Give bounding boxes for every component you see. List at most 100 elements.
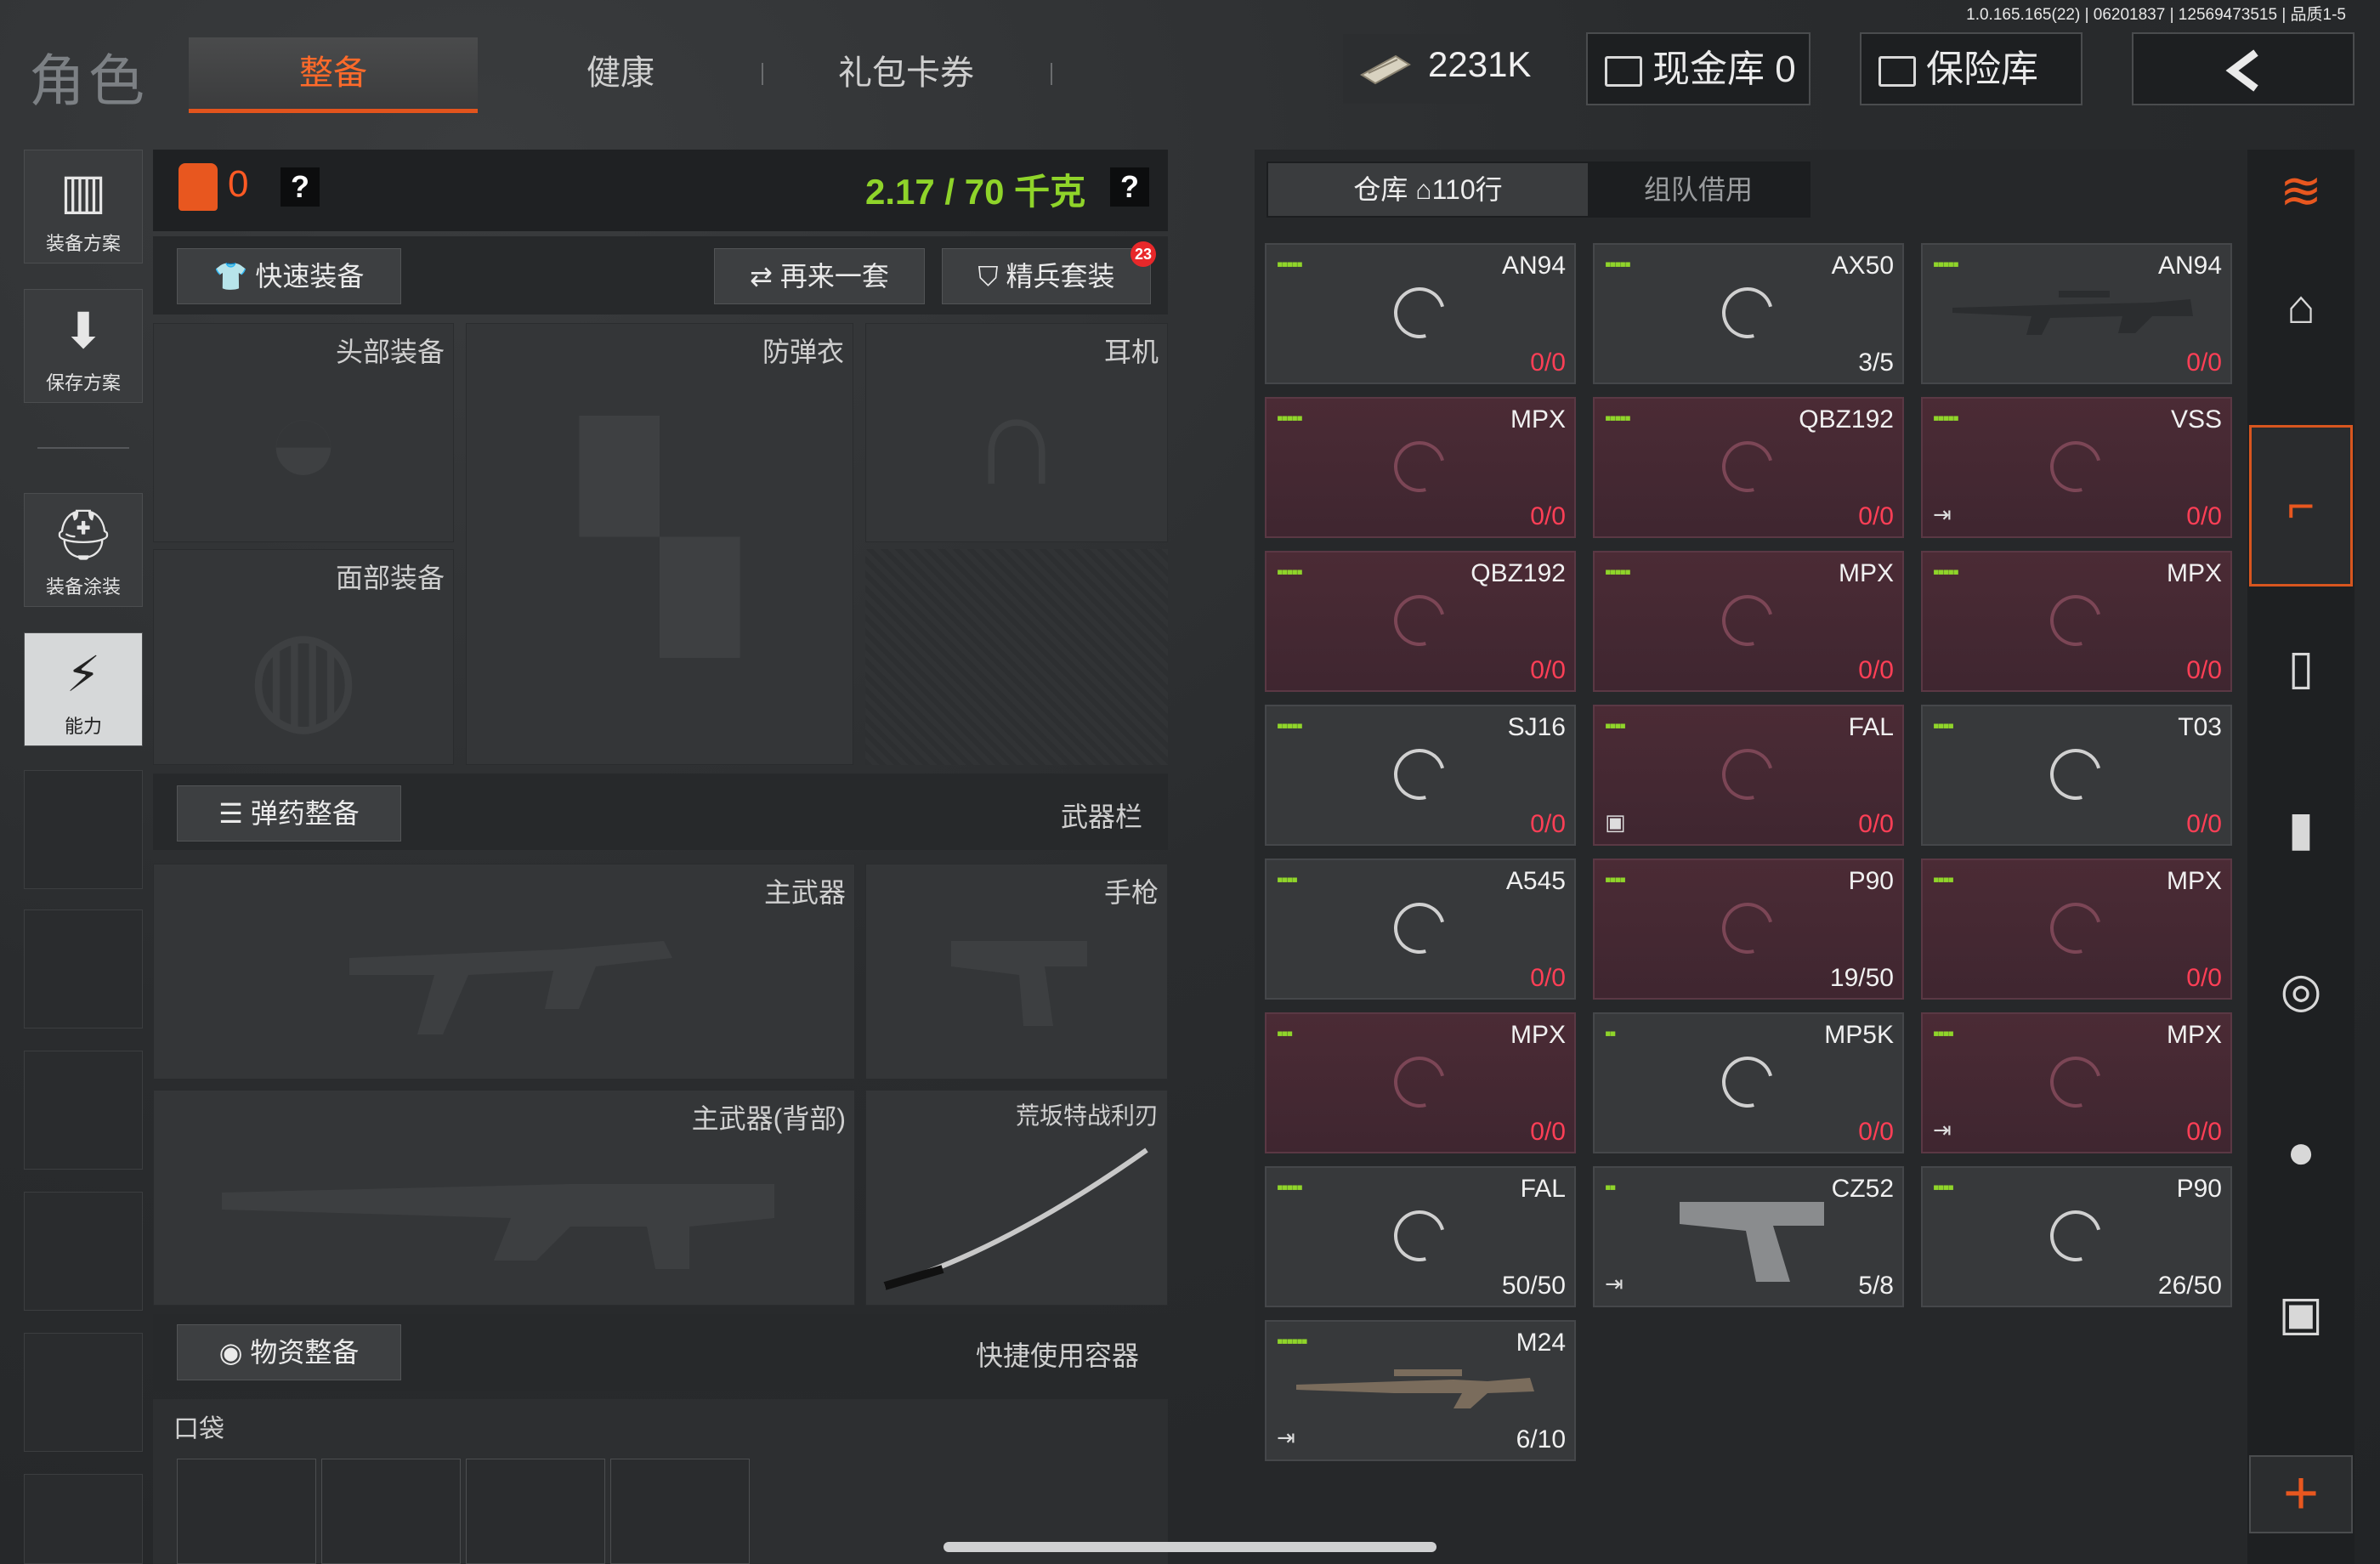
add-button[interactable]: + [2249,1455,2353,1533]
pistol-icon [1680,1202,1824,1282]
warehouse-item[interactable]: ▪▪▪▪▪ FAL 50/50 [1265,1166,1576,1307]
loading-spinner-icon [1385,432,1454,502]
ability-label: 能力 [64,716,102,737]
weapon-bar-label: 武器栏 [1061,802,1143,832]
bag-icon: ◉ [218,1337,251,1368]
tab-team-borrow[interactable]: 组队借用 [1590,163,1807,216]
gun-icon[interactable]: ⌐ [2251,425,2351,586]
warehouse-item[interactable]: ▪▪▪▪▪ MPX 0/0 [1265,397,1576,538]
quick-equip-button[interactable]: 👕 快速装备 [177,248,401,304]
safe-icon [1878,56,1916,88]
equip-plan-button[interactable]: ▥ 装备方案 [24,150,143,264]
warehouse-item[interactable]: ▪▪ CZ52 ⇥ 5/8 [1593,1166,1904,1307]
ability-button[interactable]: ⚡ 能力 [24,632,143,746]
head-slot[interactable]: 头部装备 ◒ [153,323,454,542]
save-plan-button[interactable]: ⬇ 保存方案 [24,289,143,403]
quality-bars: ▪▪▪▪▪ [1933,253,1959,275]
magazine-icon[interactable]: ▯ [2251,586,2351,748]
warehouse-item[interactable]: ▪▪▪▪ A545 0/0 [1265,858,1576,1000]
item-name: AN94 [2157,252,2222,280]
warehouse-item[interactable]: ▪▪▪▪▪ AN94 0/0 [1265,243,1576,384]
money-value: 2231K [1428,44,1532,84]
back-button[interactable] [2132,32,2354,105]
grenade-icon[interactable]: ● [2251,1071,2351,1232]
weight-help-button[interactable]: ? [1110,167,1149,207]
pocket-slot[interactable] [466,1459,605,1564]
primary-weapon-slot[interactable]: 主武器 [153,864,855,1080]
elite-set-button[interactable]: ⛉ 精兵套装 [942,248,1151,304]
home-icon[interactable]: ⌂ [2251,226,2351,388]
loading-spinner-icon [1713,278,1782,348]
loading-spinner-icon [1385,1201,1454,1271]
warehouse-item[interactable]: ▪▪▪ MPX 0/0 [1265,1012,1576,1153]
item-count-value: 0/0 [2186,1118,2222,1146]
back-weapon-slot[interactable]: 主武器(背部) [153,1090,855,1306]
version-text: 1.0.165.165(22) | 06201837 | 12569473515… [1966,6,2346,24]
export-icon: ⇥ [1933,502,1952,527]
tab-health[interactable]: 健康 [476,37,765,109]
head-slot-label: 头部装备 [335,337,445,367]
scope-icon[interactable]: ◎ [2251,910,2351,1071]
item-count-value: 0/0 [2186,348,2222,377]
pistol-slot[interactable]: 手枪 [865,864,1168,1080]
safe-vault-button[interactable]: 保险库 [1860,32,2082,105]
item-name: MP5K [1824,1021,1894,1049]
medkit-icon[interactable]: ▣ [2251,1232,2351,1394]
item-count: 19/50 [1829,964,1894,992]
item-count: 0/0 [1530,964,1566,993]
help-button[interactable]: ? [280,167,320,207]
item-name: P90 [2176,1175,2222,1203]
vest-slot[interactable]: 防弹衣 ▚ [466,323,853,765]
bullet-icon[interactable]: ▮ [2251,748,2351,910]
warehouse-item[interactable]: ▪▪▪▪▪ MPX 0/0 [1921,551,2232,692]
loading-spinner-icon [1385,740,1454,809]
headset-slot[interactable]: 耳机 ∩ [865,323,1168,542]
supply-equip-button[interactable]: ◉ 物资整备 [177,1324,401,1380]
ammo-equip-button[interactable]: ☰ 弹药整备 [177,785,401,842]
warehouse-item[interactable]: ▪▪▪▪▪ QBZ192 0/0 [1593,397,1904,538]
equip-skin-button[interactable]: ⛑ 装备涂装 [24,493,143,607]
tab-gift[interactable]: 礼包卡券 [762,37,1051,109]
warehouse-item[interactable]: ▪▪▪▪▪ AN94 0/0 [1921,243,2232,384]
empty-slot [24,1192,143,1311]
quality-bars: ▪▪▪ [1277,1023,1293,1044]
tab-warehouse[interactable]: 仓库 ⌂110行 [1268,163,1588,216]
warehouse-item[interactable]: ▪▪▪▪ MPX ⇥ 0/0 [1921,1012,2232,1153]
warehouse-item[interactable]: ▪▪ MP5K 0/0 [1593,1012,1904,1153]
sniper-icon [1296,1369,1534,1408]
again-button[interactable]: ⇄ 再来一套 [714,248,925,304]
tab-equip[interactable]: 整备 [189,37,478,113]
warehouse-divider [1265,226,2380,231]
face-slot[interactable]: 面部装备 ◍ [153,549,454,765]
warehouse-item[interactable]: ▪▪▪▪ P90 19/50 [1593,858,1904,1000]
item-count: 0/0 [1858,1118,1894,1147]
item-count: 5/8 [1858,1272,1894,1300]
item-count: 0/0 [2186,348,2222,377]
cash-vault-button[interactable]: 现金库 0 [1586,32,1810,105]
pocket-slot[interactable] [610,1459,750,1564]
warehouse-item[interactable]: ▪▪▪▪▪ MPX 0/0 [1593,551,1904,692]
warehouse-item[interactable]: ▪▪▪▪ FAL ▣ 0/0 [1593,705,1904,846]
loading-spinner-icon [1385,586,1454,655]
rifle-ghost-icon [222,1184,774,1269]
warehouse-item[interactable]: ▪▪▪▪ MPX 0/0 [1921,858,2232,1000]
quality-bars: ▪▪▪▪▪ [1277,253,1303,275]
empty-slot [24,910,143,1028]
warehouse-item[interactable]: ▪▪▪▪▪ QBZ192 0/0 [1265,551,1576,692]
item-name: QBZ192 [1799,405,1894,434]
pocket-label: 口袋 [173,1415,224,1443]
warehouse-item[interactable]: ▪▪▪▪ P90 26/50 [1921,1166,2232,1307]
warehouse-item[interactable]: ▪▪▪▪▪ VSS ⇥ 0/0 [1921,397,2232,538]
pocket-slot[interactable] [177,1459,316,1564]
home-indicator [944,1542,1436,1552]
warehouse-item[interactable]: ▪▪▪▪▪ AX50 3/5 [1593,243,1904,384]
item-count-value: 0/0 [1530,1118,1566,1146]
warehouse-item[interactable]: ▪▪▪▪▪ SJ16 0/0 [1265,705,1576,846]
warehouse-item[interactable]: ▪▪▪▪ T03 0/0 [1921,705,2232,846]
warehouse-item[interactable]: ▪▪▪▪▪▪ M24 ⇥ 6/10 [1265,1320,1576,1461]
loading-spinner-icon [1713,432,1782,502]
blade-slot[interactable]: 荒坂特战利刃 [865,1090,1168,1306]
quality-bars: ▪▪▪▪▪ [1605,561,1631,582]
item-name: MPX [1510,405,1566,434]
pocket-slot[interactable] [321,1459,461,1564]
